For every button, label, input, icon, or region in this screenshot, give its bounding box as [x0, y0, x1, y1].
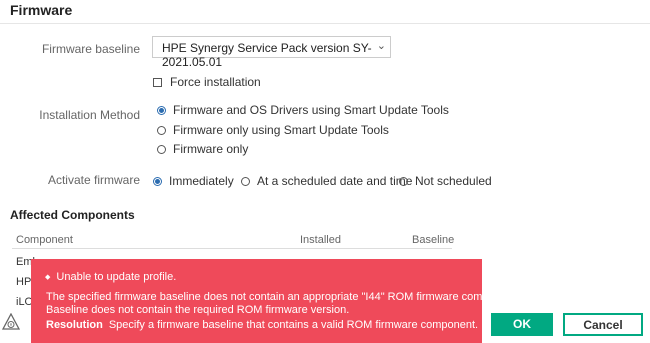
install-option-label: Firmware and OS Drivers using Smart Upda… — [173, 103, 449, 117]
install-option-firmware-sut[interactable]: Firmware only using Smart Update Tools — [157, 123, 389, 137]
activate-option-scheduled[interactable]: At a scheduled date and time — [241, 174, 412, 188]
table-row: HP — [16, 276, 32, 288]
activate-option-not-scheduled[interactable]: Not scheduled — [399, 174, 492, 188]
checkbox-icon — [153, 78, 162, 87]
divider — [0, 23, 650, 24]
column-header-component[interactable]: Component — [16, 234, 73, 246]
affected-components-heading: Affected Components — [10, 208, 135, 222]
page-title: Firmware — [10, 2, 73, 18]
alert-resolution: Resolution Specify a firmware baseline th… — [46, 319, 478, 331]
radio-icon — [399, 177, 408, 186]
column-header-installed[interactable]: Installed — [300, 234, 341, 246]
activate-option-label: At a scheduled date and time — [257, 174, 413, 188]
radio-selected-icon — [153, 177, 162, 186]
install-option-label: Firmware only — [173, 142, 249, 156]
error-alert: ◆ Unable to update profile. The specified… — [31, 259, 519, 343]
alert-heading: ◆ Unable to update profile. — [45, 271, 176, 283]
installation-method-label: Installation Method — [39, 108, 140, 122]
column-header-baseline[interactable]: Baseline — [412, 234, 454, 246]
alert-heading-text: Unable to update profile. — [56, 271, 177, 283]
chevron-down-icon: ⌄ — [376, 40, 386, 52]
alert-message: Baseline does not contain the required R… — [46, 304, 350, 316]
activate-firmware-label: Activate firmware — [47, 173, 140, 187]
cancel-button[interactable]: Cancel — [563, 313, 643, 336]
install-option-firmware-os-drivers[interactable]: Firmware and OS Drivers using Smart Upda… — [157, 103, 449, 117]
radio-selected-icon — [157, 106, 166, 115]
diamond-icon: ◆ — [45, 274, 51, 281]
resolution-label: Resolution — [46, 319, 103, 331]
activate-option-immediately[interactable]: Immediately — [153, 174, 234, 188]
install-option-firmware-only[interactable]: Firmware only — [157, 142, 248, 156]
firmware-baseline-select[interactable]: HPE Synergy Service Pack version SY-2021… — [152, 36, 391, 69]
resolution-text: Specify a firmware baseline that contain… — [108, 319, 479, 331]
force-installation-checkbox[interactable]: Force installation — [153, 75, 261, 89]
radio-icon — [157, 126, 166, 135]
table-header-divider — [12, 248, 452, 249]
ok-button[interactable]: OK — [491, 313, 553, 336]
force-installation-label: Force installation — [170, 75, 261, 89]
radio-icon — [157, 145, 166, 154]
alert-message: The specified firmware baseline does not… — [46, 291, 520, 303]
firmware-baseline-label: Firmware baseline — [41, 42, 140, 56]
activate-option-label: Not scheduled — [415, 174, 492, 188]
radio-icon — [241, 177, 250, 186]
help-icon[interactable] — [2, 313, 20, 331]
install-option-label: Firmware only using Smart Update Tools — [173, 123, 389, 137]
activate-option-label: Immediately — [169, 174, 234, 188]
firmware-baseline-value: HPE Synergy Service Pack version SY-2021… — [162, 41, 372, 69]
